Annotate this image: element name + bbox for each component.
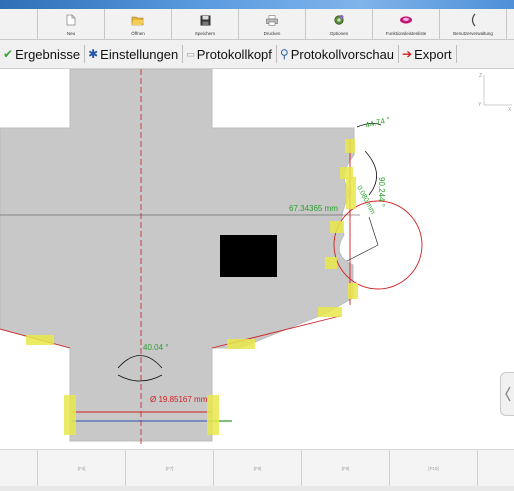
part-outline [0,69,355,442]
radius-line-2 [346,244,379,262]
diameter-label: Ø 19.85167 mm [150,395,208,404]
function-key-bar: [F4] [F7] [F8] [F9] [F10] [0,449,514,487]
magnifier-icon: ⚲ [279,47,289,61]
fkey-f10[interactable]: [F10] [390,450,478,486]
protocol-header-icon: ▭ [186,48,195,59]
fkey-f7[interactable]: [F7] [126,450,214,486]
function-list-icon [399,12,413,28]
svg-text:X: X [508,107,512,113]
results-ribbon: ✔ Ergebnisse ✱ Einstellungen ▭ Protokoll… [0,40,514,69]
new-button[interactable]: Neu [38,9,105,39]
tab-protokollkopf[interactable]: ▭ Protokollkopf [183,45,277,63]
fkey-blank[interactable] [0,450,38,486]
settings-icon: ✱ [88,47,99,61]
export-arrow-icon: ➔ [402,47,413,61]
function-list-button[interactable]: Funktionsleistenliste [373,9,440,39]
black-reference-block [220,235,277,277]
angle-top-label: 44.74 ° [364,115,391,130]
fkey-end[interactable] [478,450,514,486]
tab-export[interactable]: ➔ Export [399,45,457,63]
radius-line [368,216,379,246]
save-disk-icon [198,12,212,28]
save-button[interactable]: Speichern [172,9,239,39]
fkey-f4[interactable]: [F4] [38,450,126,486]
check-icon: ✔ [3,47,14,61]
user-management-icon [466,12,480,28]
main-toolbar: Neu Öffnen Speichern Drucken Optionen Fu… [0,9,514,40]
printer-icon [265,12,279,28]
angle-right-label: 90.244 ° [377,177,386,207]
axis-gizmo: Z Y X [478,73,512,113]
tab-einstellungen[interactable]: ✱ Einstellungen [85,45,184,63]
angle-arc-right [364,150,377,196]
user-management-button[interactable]: Benutzerverwaltung [440,9,507,39]
status-bar [0,486,514,491]
partial-icon [12,12,26,28]
measurement-canvas[interactable]: 44.74 ° 90.244 ° 0.080 mm 67.34365 mm 40… [0,69,514,445]
toolbar-button-partial[interactable] [0,9,38,39]
tab-protokollvorschau[interactable]: ⚲ Protokollvorschau [277,45,400,63]
svg-text:Z: Z [479,73,482,79]
svg-text:Y: Y [478,102,482,108]
angle-bottom-label: 40.04 ° [143,343,168,352]
fkey-f9[interactable]: [F9] [302,450,390,486]
fkey-f8[interactable]: [F8] [214,450,302,486]
distance-label: 67.34365 mm [289,204,338,213]
open-folder-icon [131,12,145,28]
chevron-left-icon [505,386,511,402]
part-drawing: 44.74 ° 90.244 ° 0.080 mm 67.34365 mm 40… [0,69,512,445]
new-file-icon [64,12,78,28]
window-title-strip [0,0,514,9]
options-button[interactable]: Optionen [306,9,373,39]
options-gear-icon [332,12,346,28]
tab-ergebnisse[interactable]: ✔ Ergebnisse [0,45,86,63]
print-button[interactable]: Drucken [239,9,306,39]
panel-collapse-tab[interactable] [500,372,514,416]
open-button[interactable]: Öffnen [105,9,172,39]
